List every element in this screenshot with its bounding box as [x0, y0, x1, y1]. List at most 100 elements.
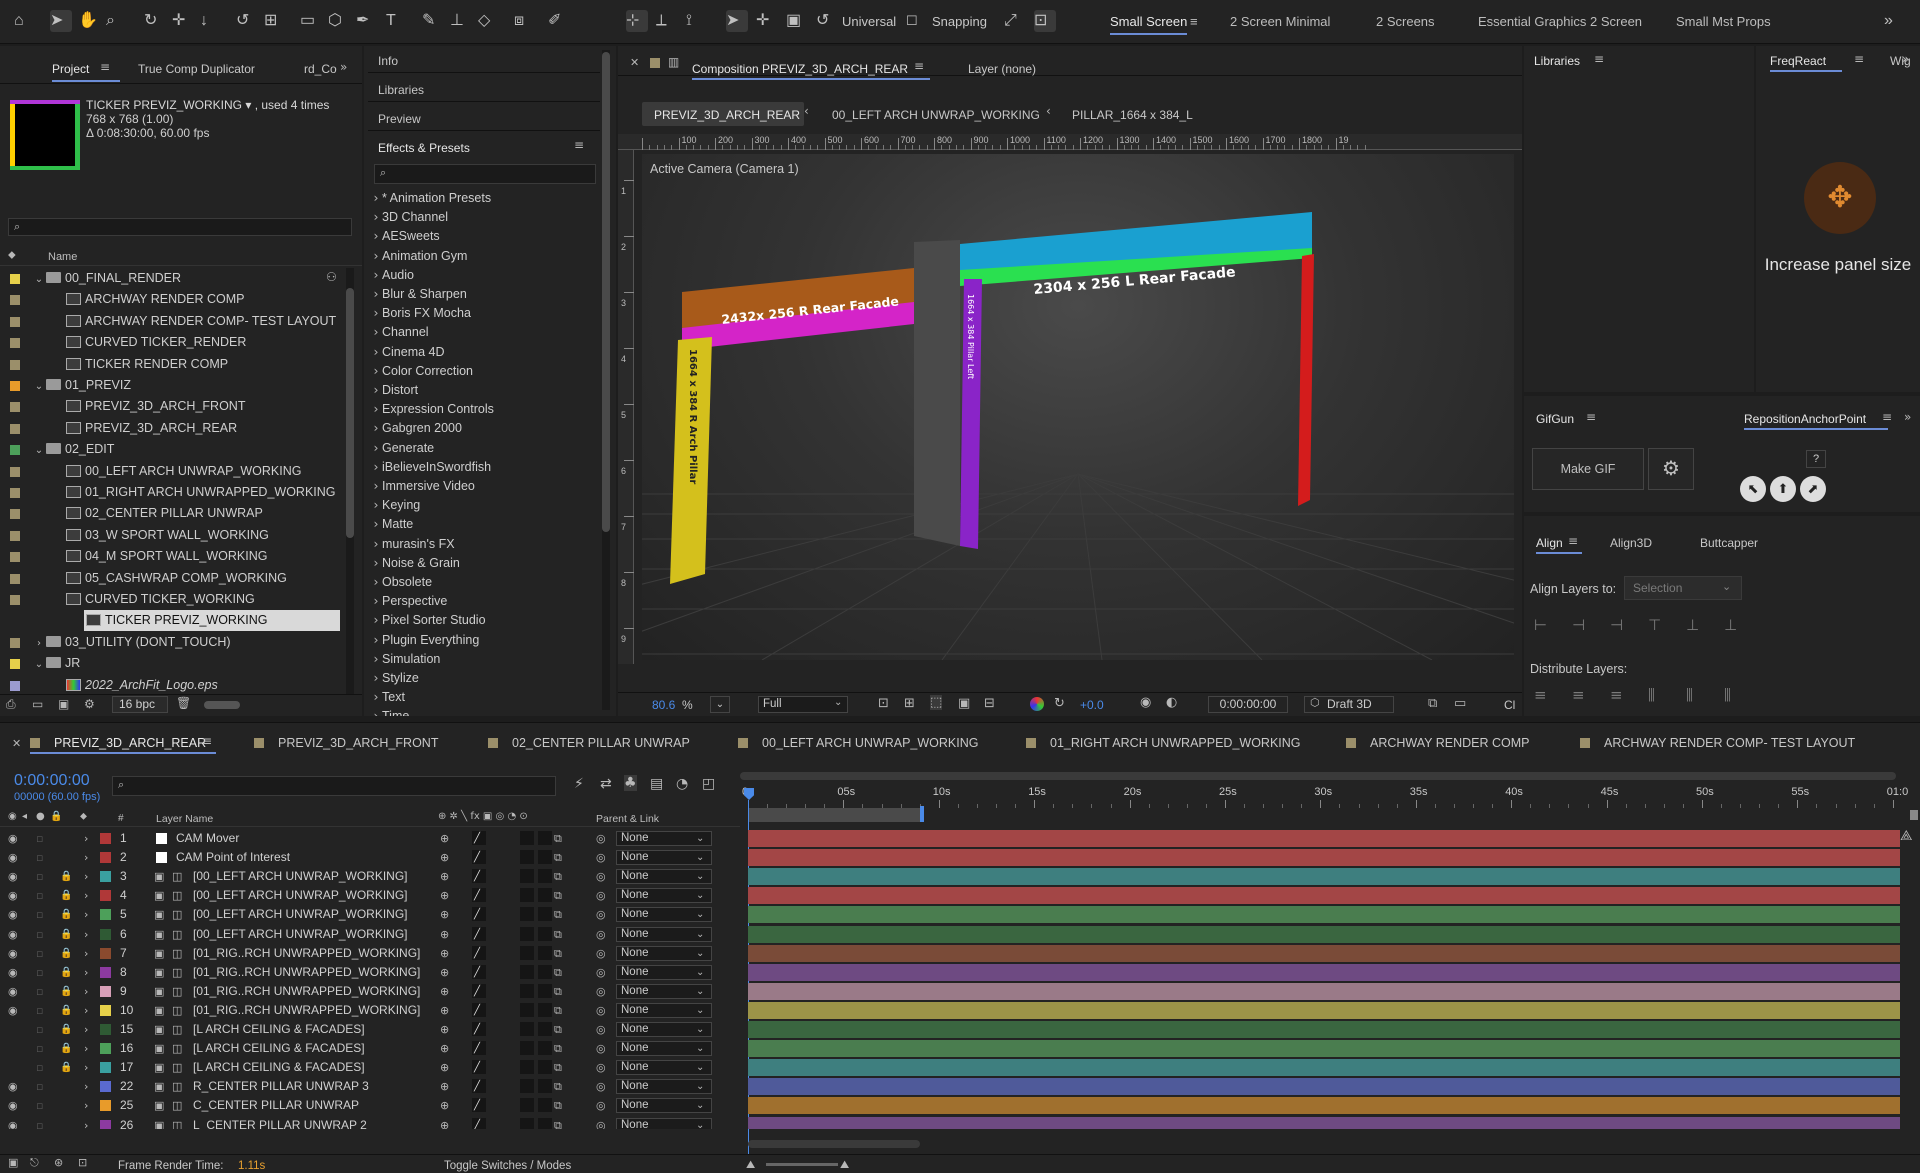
label-swatch[interactable]: [10, 680, 20, 691]
adjustment-switch[interactable]: [538, 850, 552, 865]
motion-blur-switch[interactable]: [520, 926, 534, 941]
tab-buttcapper[interactable]: Buttcapper: [1700, 536, 1758, 550]
label-swatch[interactable]: [10, 381, 20, 391]
layer-label-swatch[interactable]: [100, 833, 111, 844]
layer-label-swatch[interactable]: [100, 1004, 111, 1016]
lock-column-icon[interactable]: 🔒: [50, 811, 62, 822]
viewer-timecode[interactable]: 0:00:00:00: [1208, 696, 1288, 713]
align-top-icon[interactable]: ⊤: [1648, 616, 1661, 634]
expand-chevron-icon[interactable]: ›: [370, 630, 382, 649]
visibility-eye-icon[interactable]: ◉: [8, 848, 18, 867]
comp-marker-icon[interactable]: ⟁: [1900, 828, 1913, 844]
layer-expand-icon[interactable]: ›: [84, 925, 88, 944]
motion-blur-icon[interactable]: ◔: [676, 776, 688, 792]
layer-duration-bar[interactable]: [748, 830, 1900, 847]
layer-expand-icon[interactable]: ›: [84, 944, 88, 963]
transparency-grid-icon[interactable]: ⊞: [904, 696, 915, 711]
align-menu-icon[interactable]: ≡: [1568, 534, 1578, 548]
gifgun-settings-icon[interactable]: ⚙: [1648, 448, 1694, 490]
expand-chevron-icon[interactable]: ›: [370, 438, 382, 457]
visibility-eye-icon[interactable]: ◉: [8, 944, 18, 963]
camera-view-truncated[interactable]: Cl: [1504, 698, 1515, 712]
shy-switch-icon[interactable]: ⊕: [440, 1001, 449, 1020]
layer-expand-icon[interactable]: ›: [84, 848, 88, 867]
workspace-2-screen-minimal[interactable]: 2 Screen Minimal: [1230, 14, 1330, 29]
visibility-eye-icon[interactable]: ◉: [8, 1001, 18, 1020]
effect-category[interactable]: › Pixel Sorter Studio: [370, 610, 486, 629]
effect-category[interactable]: › Boris FX Mocha: [370, 303, 471, 322]
expand-chevron-icon[interactable]: ›: [370, 284, 382, 303]
workspace-small-screen[interactable]: Small Screen: [1110, 14, 1188, 35]
label-column-icon[interactable]: ⬥: [8, 248, 16, 262]
label-swatch[interactable]: [10, 402, 20, 413]
folder-expanded-icon[interactable]: ⌄: [32, 376, 46, 396]
layer-row[interactable]: ◉ ▫ › 1 CAM Mover ⊕ ╱ ⧉ ◎ None ⌄: [0, 829, 1920, 848]
expand-chevron-icon[interactable]: ›: [370, 207, 382, 226]
label-swatch[interactable]: [10, 316, 20, 327]
selection-tool-icon[interactable]: ➤: [50, 10, 72, 32]
3d-view-icon[interactable]: ⧉: [1428, 696, 1437, 711]
snap-features-icon[interactable]: ⊡: [1034, 10, 1056, 32]
distribute-hcenter-icon[interactable]: ⫼: [1686, 686, 1693, 704]
project-scrollbar[interactable]: [346, 268, 354, 694]
effects-scrollbar[interactable]: [602, 50, 610, 710]
layer-label-swatch[interactable]: [100, 985, 111, 997]
layer-duration-bar[interactable]: [748, 1097, 1900, 1115]
adjustment-switch[interactable]: [538, 964, 552, 979]
name-column-header[interactable]: Name: [48, 251, 77, 263]
solo-toggle-icon[interactable]: ▫: [36, 1077, 43, 1096]
project-item[interactable]: 02_CENTER PILLAR UNWRAP: [0, 503, 344, 524]
bpc-button[interactable]: 16 bpc: [112, 696, 168, 713]
label-swatch[interactable]: [10, 295, 20, 306]
visibility-eye-icon[interactable]: ◉: [8, 963, 18, 982]
frame-blending-icon[interactable]: ▤: [650, 776, 663, 792]
shy-switch-icon[interactable]: ⊕: [440, 944, 449, 963]
layer-name[interactable]: L_CENTER PILLAR UNWRAP 2: [193, 1116, 367, 1130]
layer-duration-bar[interactable]: [748, 868, 1900, 886]
shy-switch-icon[interactable]: ⊕: [440, 1039, 449, 1058]
layer-expand-icon[interactable]: ›: [84, 829, 88, 848]
effect-category[interactable]: ›Time: [370, 706, 410, 716]
motion-blur-switch[interactable]: [520, 945, 534, 960]
motion-blur-switch[interactable]: [520, 964, 534, 979]
motion-blur-switch[interactable]: [520, 1041, 534, 1056]
3d-switch-icon[interactable]: ⧉: [554, 1096, 562, 1115]
roto-brush-icon[interactable]: ⧈: [514, 10, 536, 32]
pickwhip-icon[interactable]: ◎: [596, 867, 606, 886]
color-channel-icon[interactable]: [1030, 697, 1044, 711]
panel-overflow-icon[interactable]: »: [340, 60, 347, 74]
workspace-essential-graphics[interactable]: Essential Graphics 2 Screen: [1478, 14, 1642, 29]
exposure-value[interactable]: +0.0: [1080, 698, 1104, 712]
tab-libraries-side[interactable]: Libraries: [378, 83, 424, 97]
layer-name[interactable]: [00_LEFT ARCH UNWRAP_WORKING]: [193, 867, 408, 886]
snapping-label[interactable]: Snapping: [932, 14, 987, 29]
effect-category[interactable]: › Obsolete: [370, 572, 433, 591]
3d-switch-icon[interactable]: ⧉: [554, 944, 562, 963]
label-swatch[interactable]: [10, 509, 20, 520]
3d-switch-icon[interactable]: ⧉: [554, 848, 562, 867]
layer-duration-bar[interactable]: [748, 925, 1900, 943]
shy-switch-icon[interactable]: ⊕: [440, 1096, 449, 1115]
folder-collapsed-icon[interactable]: ›: [32, 633, 46, 653]
folder-expanded-icon[interactable]: ⌄: [32, 269, 46, 289]
effect-category[interactable]: › Perspective: [370, 591, 448, 610]
rotate-3d-icon[interactable]: ↺: [816, 10, 838, 32]
project-item[interactable]: CURVED TICKER_WORKING: [0, 589, 344, 610]
layer-name[interactable]: [L ARCH CEILING & FACADES]: [193, 1058, 365, 1077]
layer-tab[interactable]: Layer (none): [968, 62, 1036, 76]
workspace-small-mst-props[interactable]: Small Mst Props: [1676, 14, 1771, 29]
adjustment-switch[interactable]: [538, 1002, 552, 1017]
adjustment-switch[interactable]: [538, 907, 552, 922]
layer-expand-icon[interactable]: ›: [84, 1116, 88, 1130]
layer-name[interactable]: [01_RIG..RCH UNWRAPPED_WORKING]: [193, 944, 420, 963]
layer-duration-bar[interactable]: [748, 1040, 1900, 1058]
project-item[interactable]: PREVIZ_3D_ARCH_FRONT: [0, 396, 344, 417]
pickwhip-icon[interactable]: ◎: [596, 1020, 606, 1039]
rectangle-tool-icon[interactable]: ▭: [300, 10, 322, 32]
layer-row[interactable]: ◉ ▫ 🔒 › 5 ▣ ◫ [00_LEFT ARCH UNWRAP_WORKING] ⊕ ╱ ⧉ ◎…: [0, 905, 1920, 924]
flowchart-icon[interactable]: ⚇: [326, 270, 337, 284]
layer-expand-icon[interactable]: ›: [84, 1058, 88, 1077]
label-column-tag-icon[interactable]: ⬥: [80, 811, 87, 822]
adjustment-switch[interactable]: [538, 1079, 552, 1094]
layer-duration-bar[interactable]: [748, 982, 1900, 1000]
